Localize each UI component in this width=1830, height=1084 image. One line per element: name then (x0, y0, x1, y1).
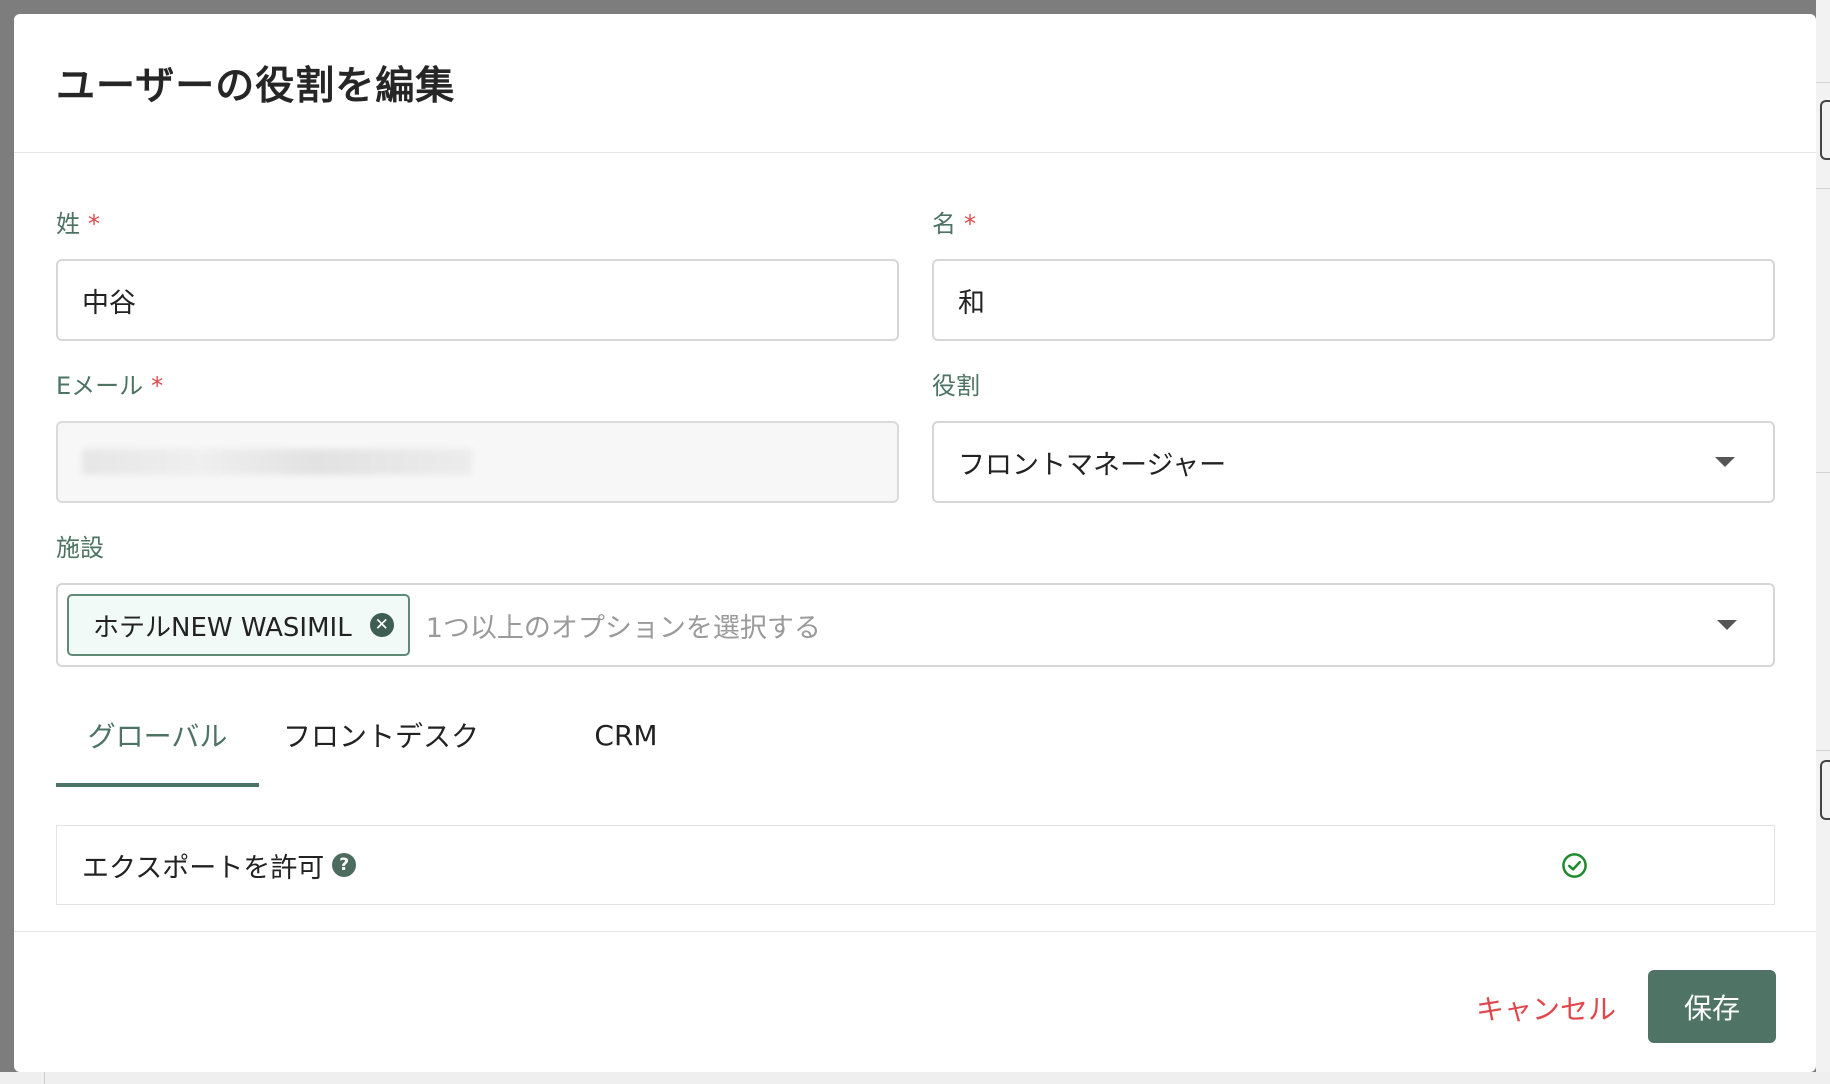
first-name-value: 和 (958, 287, 985, 319)
facility-label: 施設 (56, 534, 104, 562)
last-name-label: 姓 * (56, 210, 100, 238)
permission-row: エクスポートを許可 ? (56, 825, 1775, 905)
tab-front-desk[interactable]: フロントデスク (281, 687, 481, 783)
email-label: Eメール * (56, 372, 164, 400)
tab-global[interactable]: グローバル (56, 687, 259, 787)
redacted-email (82, 449, 472, 475)
facility-multiselect[interactable]: ホテルNEW WASIMIL ✕ 1つ以上のオプションを選択する (56, 583, 1775, 667)
first-name-field: 名 * 和 (932, 209, 1775, 341)
role-selected-value: フロントマネージャー (958, 449, 1227, 481)
first-name-input[interactable]: 和 (932, 259, 1775, 341)
first-name-label: 名 * (932, 210, 976, 238)
save-button[interactable]: 保存 (1648, 970, 1776, 1043)
background-page-edge (1816, 0, 1830, 1084)
role-label: 役割 (932, 372, 980, 400)
email-field: Eメール * (56, 371, 899, 503)
tab-crm[interactable]: CRM (576, 687, 676, 783)
facility-chip: ホテルNEW WASIMIL ✕ (67, 594, 410, 656)
facility-placeholder: 1つ以上のオプションを選択する (425, 612, 821, 644)
close-circle-icon[interactable]: ✕ (369, 613, 394, 637)
permission-label: エクスポートを許可 (82, 852, 325, 884)
permission-tabs: グローバル フロントデスク CRM (56, 687, 1775, 787)
required-mark: * (151, 372, 164, 400)
role-select[interactable]: フロントマネージャー (932, 421, 1775, 503)
cancel-button[interactable]: キャンセル (1476, 972, 1616, 1044)
question-circle-icon[interactable]: ? (332, 853, 357, 877)
caret-down-icon (1715, 457, 1735, 467)
required-mark: * (88, 210, 100, 238)
caret-down-icon (1717, 620, 1737, 630)
check-circle-icon[interactable] (1561, 852, 1588, 879)
last-name-field: 姓 * 中谷 (56, 209, 899, 341)
email-input (56, 421, 899, 503)
facility-field: 施設 ホテルNEW WASIMIL ✕ 1つ以上のオプションを選択する (56, 533, 1775, 667)
last-name-input[interactable]: 中谷 (56, 259, 899, 341)
modal-header: ユーザーの役割を編集 (14, 14, 1816, 153)
modal-title: ユーザーの役割を編集 (56, 64, 456, 109)
facility-chip-label: ホテルNEW WASIMIL (93, 612, 352, 643)
edit-user-role-modal: ユーザーの役割を編集 姓 * 中谷 名 * 和 Eメール * 役割 フロントマネージャ… (14, 14, 1816, 1072)
background-page-bottom (0, 1072, 1830, 1084)
last-name-value: 中谷 (82, 287, 136, 319)
role-field: 役割 フロントマネージャー (932, 371, 1775, 503)
required-mark: * (964, 210, 976, 238)
modal-footer: キャンセル 保存 (14, 931, 1816, 1072)
